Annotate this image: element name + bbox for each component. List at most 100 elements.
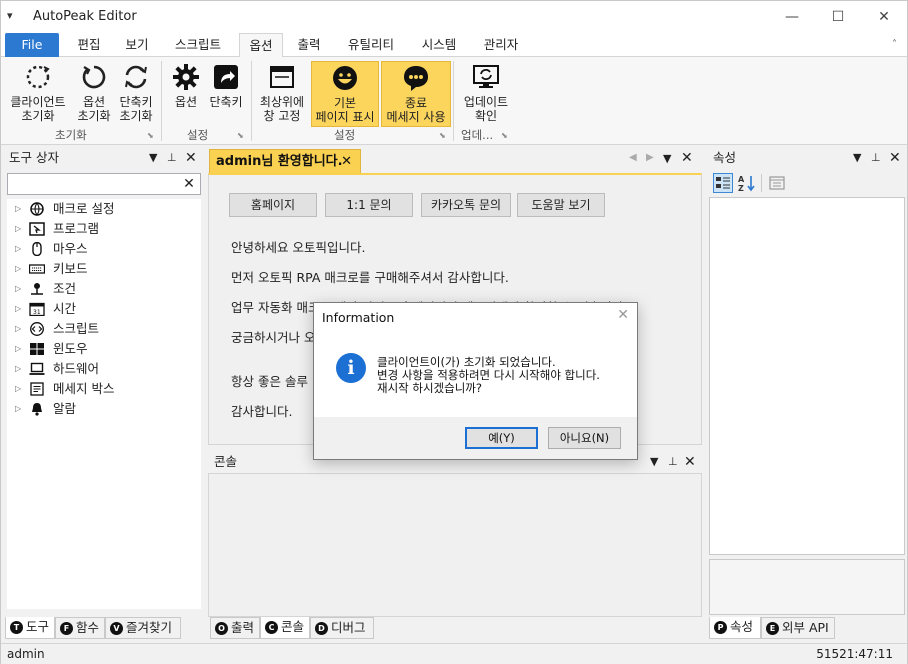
title-bar: ▾ AutoPeak Editor — ☐ ✕ [1, 1, 907, 33]
tree-item-label: 알람 [53, 401, 77, 416]
toolbox-header: 도구 상자 ▼ ⊥ ✕ [3, 147, 203, 169]
tab-label: 도구 [26, 619, 50, 634]
expand-arrow-icon[interactable]: ▷ [15, 279, 21, 299]
reset-options-button[interactable]: 옵션 초기화 [73, 61, 115, 127]
homepage-button[interactable]: 홈페이지 [229, 193, 317, 217]
close-panel-icon[interactable]: ✕ [684, 451, 696, 473]
console-output[interactable] [208, 473, 702, 617]
tab-file[interactable]: File [5, 33, 59, 57]
tab-functions[interactable]: F 함수 [55, 617, 105, 639]
toolbox-bottom-tabs: T 도구 F 함수 V 즐겨찾기 [5, 617, 205, 639]
clear-search-button[interactable]: ✕ [179, 175, 199, 193]
check-update-button[interactable]: 업데이트 확인 [459, 61, 513, 127]
svg-text:Z: Z [738, 184, 744, 193]
tree-item-label: 시간 [53, 301, 77, 316]
property-pages-icon[interactable] [767, 173, 787, 193]
shortcuts-button[interactable]: 단축키 [207, 61, 245, 127]
kakaotalk-inquiry-button[interactable]: 카카오톡 문의 [421, 193, 511, 217]
options-label: 옵션 [174, 95, 198, 109]
status-user: admin [7, 647, 45, 661]
expand-arrow-icon[interactable]: ▷ [15, 319, 21, 339]
show-default-page-button[interactable]: 기본 페이지 표시 [311, 61, 379, 127]
expand-arrow-icon[interactable]: ▷ [15, 239, 21, 259]
panel-dropdown-icon[interactable]: ▼ [149, 147, 157, 169]
bell-icon [32, 403, 42, 416]
tab-letter-badge: O [215, 622, 228, 635]
info-icon: i [336, 353, 366, 383]
reset-client-label2: 초기화 [21, 109, 55, 123]
maximize-button[interactable]: ☐ [815, 5, 861, 29]
reset-shortcuts-button[interactable]: 단축키 초기화 [115, 61, 157, 127]
group-launcher-icon[interactable]: ⬊ [501, 131, 508, 140]
check-update-label2: 확인 [474, 109, 498, 123]
close-document-icon[interactable]: ✕ [681, 150, 693, 166]
options-button[interactable]: 옵션 [167, 61, 205, 127]
group-label-settings2: 설정 [334, 128, 356, 142]
close-panel-icon[interactable]: ✕ [185, 147, 197, 169]
close-panel-icon[interactable]: ✕ [889, 147, 901, 169]
tab-script[interactable]: 스크립트 [165, 33, 231, 57]
tab-options[interactable]: 옵션 [239, 33, 283, 58]
expand-arrow-icon[interactable]: ▷ [15, 379, 21, 399]
expand-arrow-icon[interactable]: ▷ [15, 339, 21, 359]
close-button[interactable]: ✕ [861, 5, 907, 29]
inquiry-button[interactable]: 1:1 문의 [325, 193, 413, 217]
help-button[interactable]: 도움말 보기 [517, 193, 605, 217]
reset-client-button[interactable]: 클라이언트 초기화 [5, 61, 71, 127]
system-menu-icon[interactable]: ▾ [7, 9, 13, 22]
panel-dropdown-icon[interactable]: ▼ [853, 147, 861, 169]
tree-item-label: 하드웨어 [53, 361, 100, 376]
collapse-ribbon-icon[interactable]: ˄ [892, 39, 897, 50]
expand-arrow-icon[interactable]: ▷ [15, 299, 21, 319]
minimize-button[interactable]: — [769, 5, 815, 29]
no-button[interactable]: 아니요(N) [548, 427, 621, 449]
tab-edit[interactable]: 편집 [67, 33, 111, 57]
dialog-footer: 예(Y) 아니요(N) [314, 417, 637, 459]
shortcuts-label: 단축키 [209, 95, 243, 109]
tab-console[interactable]: C 콘솔 [260, 617, 310, 639]
tab-properties[interactable]: P 속성 [709, 617, 761, 639]
group-launcher-icon[interactable]: ⬊ [439, 131, 446, 140]
document-list-icon[interactable]: ▼ [663, 152, 671, 165]
alphabetical-sort-icon[interactable]: A Z [737, 173, 757, 193]
tab-label: 함수 [76, 620, 100, 635]
expand-arrow-icon[interactable]: ▷ [15, 359, 21, 379]
tab-utility[interactable]: 유틸리티 [337, 33, 405, 57]
svg-text:31: 31 [33, 309, 41, 316]
tab-favorites[interactable]: V 즐겨찾기 [105, 617, 181, 639]
tab-admin[interactable]: 관리자 [473, 33, 529, 57]
dialog-close-icon[interactable]: ✕ [617, 307, 629, 323]
expand-arrow-icon[interactable]: ▷ [15, 399, 21, 419]
pin-icon[interactable]: ⊥ [668, 451, 678, 473]
categorized-icon[interactable] [713, 173, 733, 193]
pin-icon[interactable]: ⊥ [871, 147, 881, 169]
group-launcher-icon[interactable]: ⬊ [237, 131, 244, 140]
tab-view[interactable]: 보기 [115, 33, 159, 57]
condition-icon [31, 283, 43, 295]
welcome-line: 항상 좋은 솔루 [231, 374, 308, 389]
group-launcher-icon[interactable]: ⬊ [147, 131, 154, 140]
tab-debug[interactable]: D 디버그 [310, 617, 374, 639]
panel-dropdown-icon[interactable]: ▼ [650, 451, 658, 473]
expand-arrow-icon[interactable]: ▷ [15, 199, 21, 219]
property-grid[interactable] [709, 197, 905, 555]
pin-window-label1: 최상위에 [259, 95, 305, 109]
toolbox-search-input[interactable] [7, 173, 201, 195]
scroll-right-icon[interactable]: ▶ [646, 152, 654, 163]
group-label-update: 업데... [461, 128, 494, 142]
tab-external-api[interactable]: E 외부 API [761, 617, 835, 639]
yes-button[interactable]: 예(Y) [465, 427, 538, 449]
document-tab[interactable]: admin님 환영합니다. ✕ [209, 149, 361, 173]
tab-system[interactable]: 시스템 [411, 33, 467, 57]
toolbox-panel: 도구 상자 ▼ ⊥ ✕ ✕ ▷ 매크로 설정 ▷ 프로그램 ▷ 마우스 ▷ 키보… [3, 147, 203, 617]
expand-arrow-icon[interactable]: ▷ [15, 219, 21, 239]
expand-arrow-icon[interactable]: ▷ [15, 259, 21, 279]
tab-output-panel[interactable]: O 출력 [210, 617, 260, 639]
scroll-left-icon[interactable]: ◀ [629, 152, 637, 163]
close-tab-icon[interactable]: ✕ [341, 150, 352, 174]
exit-message-button[interactable]: 종료 메세지 사용 [381, 61, 451, 127]
pin-window-button[interactable]: 최상위에 창 고정 [255, 61, 309, 127]
pin-icon[interactable]: ⊥ [167, 147, 177, 169]
tab-output[interactable]: 출력 [287, 33, 331, 57]
tab-tools[interactable]: T 도구 [5, 617, 55, 639]
